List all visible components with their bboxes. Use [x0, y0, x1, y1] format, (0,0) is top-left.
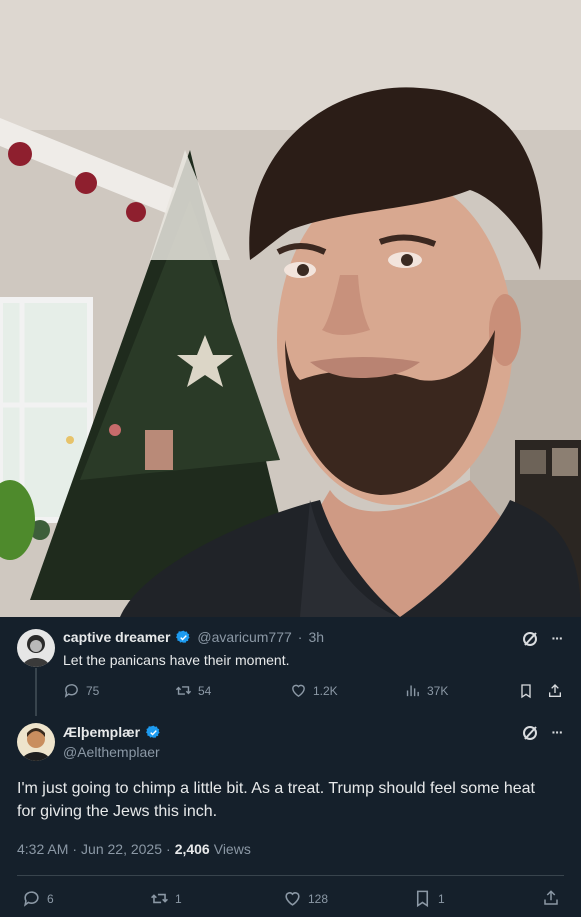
thread-line: [35, 668, 37, 716]
tweet-text: I'm just going to chimp a little bit. As…: [17, 780, 535, 820]
reply-icon: [64, 684, 78, 698]
reply-count: 6: [47, 891, 54, 906]
views-button[interactable]: 37K: [404, 682, 448, 699]
handle[interactable]: @Aelthemplaer: [63, 744, 160, 760]
bookmark-icon[interactable]: [517, 682, 535, 700]
more-options-icon[interactable]: ···: [547, 722, 567, 742]
verified-badge-icon: [176, 630, 191, 645]
view-count: 37K: [427, 683, 449, 698]
divider: [17, 875, 564, 876]
tweet-meta: 4:32 AM · Jun 22, 2025 · 2,406 Views: [17, 841, 251, 857]
display-name[interactable]: Ælþemplær: [63, 724, 140, 740]
bookmark-count: 1: [438, 891, 445, 906]
like-button[interactable]: 1.2K: [290, 682, 338, 699]
like-button[interactable]: 128: [283, 889, 328, 908]
verified-badge-icon: [146, 725, 161, 740]
analytics-icon: [406, 685, 419, 697]
views-count: 2,406: [174, 841, 210, 857]
grok-icon[interactable]: [521, 724, 539, 742]
reply-button[interactable]: 6: [22, 889, 54, 908]
share-icon[interactable]: [541, 888, 561, 908]
bookmark-icon: [416, 890, 429, 908]
bookmark-button[interactable]: 1: [413, 889, 445, 908]
reply-tweet-header: captive dreamer @avaricum777 · 3h: [63, 629, 324, 645]
handle[interactable]: @avaricum777: [197, 629, 291, 645]
tweet-date[interactable]: Jun 22, 2025: [81, 841, 162, 857]
views-label: Views: [213, 841, 251, 857]
repost-button[interactable]: 54: [175, 682, 211, 699]
tweet-photo[interactable]: [0, 0, 581, 617]
repost-icon: [175, 686, 192, 695]
avatar[interactable]: [17, 723, 55, 761]
more-options-icon[interactable]: ···: [547, 628, 567, 648]
heart-icon: [285, 892, 300, 906]
repost-icon: [151, 893, 168, 904]
grok-icon[interactable]: [521, 630, 539, 648]
separator-dot: ·: [297, 629, 303, 645]
avatar[interactable]: [17, 629, 55, 667]
main-tweet-header: Ælþemplær: [63, 724, 161, 740]
reply-button[interactable]: 75: [63, 682, 99, 699]
reply-icon: [23, 891, 39, 907]
share-icon[interactable]: [546, 682, 564, 700]
reply-count: 75: [86, 683, 100, 698]
tweet-time[interactable]: 4:32 AM: [17, 841, 68, 857]
display-name[interactable]: captive dreamer: [63, 629, 170, 645]
timestamp[interactable]: 3h: [308, 629, 324, 645]
repost-button[interactable]: 1: [150, 889, 182, 908]
selfie-photo: [0, 0, 581, 617]
tweet-text: Let the panicans have their moment.: [63, 652, 290, 668]
repost-count: 1: [175, 891, 182, 906]
heart-icon: [292, 684, 305, 698]
like-count: 128: [308, 891, 329, 906]
like-count: 1.2K: [313, 683, 338, 698]
repost-count: 54: [198, 683, 212, 698]
separator-dot: ·: [72, 841, 78, 857]
separator-dot: ·: [166, 841, 171, 857]
